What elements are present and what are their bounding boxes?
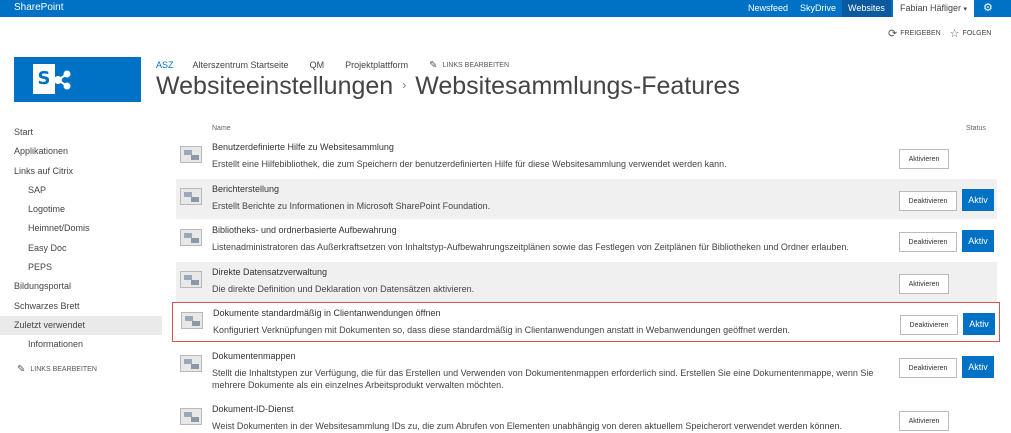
top-link-qm[interactable]: QM [310,60,325,71]
feature-description: Die direkte Definition und Deklaration v… [212,284,475,294]
nav-item-applikationen[interactable]: Applikationen [0,142,162,161]
feature-row: Dokumentenmappen Stellt die Inhaltstypen… [176,346,997,398]
nav-item-links-auf-citrix[interactable]: Links auf Citrix [0,162,162,181]
nav-edit-links-button[interactable]: ✎ LINKS BEARBEITEN [0,364,162,375]
gear-icon[interactable]: ⚙ [983,1,993,14]
feature-description: Erstellt eine Hilfebibliothek, die zum S… [212,159,727,169]
feature-description: Listenadministratoren das Außerkraftsetz… [212,242,849,252]
breadcrumb-parent[interactable]: Websiteeinstellungen [156,72,393,100]
feature-icon [180,271,202,288]
column-header-status: Status [966,125,986,132]
top-link-bar: ASZ Alterszentrum Startseite QM Projektp… [156,60,551,71]
feature-icon [180,146,202,163]
feature-row: Benutzerdefinierte Hilfe zu Websitesamml… [176,137,997,177]
activate-button[interactable]: Aktivieren [899,149,949,169]
share-icon: ⟳ [888,28,898,40]
feature-row: Bibliotheks- und ordnerbasierte Aufbewah… [176,220,997,260]
feature-description: Konfiguriert Verknüpfungen mit Dokumente… [213,325,791,335]
nav-item-easy-doc[interactable]: Easy Doc [0,239,162,258]
feature-name: Dokument-ID-Dienst [212,404,294,414]
feature-row-highlighted: Dokumente standardmäßig in Clientanwendu… [172,302,1000,342]
feature-description: Stellt die Inhaltstypen zur Verfügung, d… [212,368,874,390]
nav-item-heimnet-domis[interactable]: Heimnet/Domis [0,219,162,238]
follow-label: FOLGEN [962,30,992,37]
feature-name: Dokumentenmappen [212,351,296,361]
deactivate-button[interactable]: Deaktivieren [899,191,957,211]
site-logo[interactable]: S [14,57,141,102]
chevron-down-icon: ▾ [963,6,968,13]
activate-button[interactable]: Aktivieren [899,411,949,431]
nav-edit-links-label: LINKS BEARBEITEN [30,365,97,373]
feature-description: Erstellt Berichte zu Informationen in Mi… [212,201,491,211]
feature-name: Benutzerdefinierte Hilfe zu Websitesamml… [212,142,394,152]
suite-nav-newsfeed[interactable]: Newsfeed [742,0,794,17]
feature-name: Dokumente standardmäßig in Clientanwendu… [213,308,441,318]
feature-icon [180,408,202,425]
nav-item-start[interactable]: Start [0,123,162,142]
page-title: Websiteeinstellungen › Websitesammlungs-Fe… [156,72,740,101]
feature-name: Direkte Datensatzverwaltung [212,267,328,277]
status-badge: Aktiv [963,313,995,335]
quick-launch: Start Applikationen Links auf Citrix SAP… [0,123,162,375]
nav-item-schwarzes-brett[interactable]: Schwarzes Brett [0,297,162,316]
feature-row: Direkte Datensatzverwaltung Die direkte … [176,262,997,302]
breadcrumb-current: Websitesammlungs-Features [415,72,740,100]
nav-item-informationen[interactable]: Informationen [0,335,162,354]
deactivate-button[interactable]: Deaktivieren [899,358,957,378]
share-button[interactable]: ⟳ FREIGEBEN [888,27,941,40]
top-link-alterszentrum[interactable]: Alterszentrum Startseite [193,60,289,71]
top-link-asz[interactable]: ASZ [156,60,174,71]
pencil-icon: ✎ [17,363,26,375]
nav-item-zuletzt-verwendet[interactable]: Zuletzt verwendet [0,315,162,336]
feature-name: Berichterstellung [212,184,280,194]
sharepoint-logo-icon [54,70,71,90]
activate-button[interactable]: Aktivieren [899,274,949,294]
top-link-projektplattform[interactable]: Projektplattform [345,60,408,71]
feature-description: Weist Dokumenten in der Websitesammlung … [212,421,843,431]
feature-icon [181,312,203,329]
page-actions: ⟳ FREIGEBEN ☆ FOLGEN [888,27,1000,40]
feature-icon [180,229,202,246]
breadcrumb-separator: › [402,78,407,93]
edit-links-label: LINKS BEARBEITEN [442,62,510,69]
feature-row: Dokument-ID-Dienst Weist Dokumenten in d… [176,399,997,433]
deactivate-button[interactable]: Deaktivieren [899,232,957,252]
brand-label[interactable]: SharePoint [14,2,63,13]
follow-button[interactable]: ☆ FOLGEN [950,27,992,40]
deactivate-button[interactable]: Deaktivieren [900,315,958,335]
edit-links-button[interactable]: ✎ LINKS BEARBEITEN [429,60,530,71]
suite-nav-websites[interactable]: Websites [842,0,891,17]
nav-item-logotime[interactable]: Logotime [0,200,162,219]
nav-item-peps[interactable]: PEPS [0,258,162,277]
nav-item-bildungsportal[interactable]: Bildungsportal [0,277,162,296]
suite-bar: SharePoint Newsfeed SkyDrive Websites Fa… [0,0,1011,17]
status-badge: Aktiv [962,356,994,378]
status-badge: Aktiv [962,189,994,211]
suite-nav-skydrive[interactable]: SkyDrive [794,0,842,17]
suite-nav: Newsfeed SkyDrive Websites [742,0,891,17]
pencil-icon: ✎ [429,60,438,71]
status-badge: Aktiv [962,230,994,252]
share-label: FREIGEBEN [900,30,941,37]
user-name: Fabian Häfliger [900,3,962,13]
feature-icon [180,188,202,205]
star-icon: ☆ [949,28,960,40]
logo-letter: S [33,64,55,94]
feature-icon [180,355,202,372]
user-menu[interactable]: Fabian Häfliger ▾ [893,0,975,17]
feature-row: Berichterstellung Erstellt Berichte zu I… [176,179,997,219]
feature-name: Bibliotheks- und ordnerbasierte Aufbewah… [212,225,397,235]
column-header-name: Name [212,125,231,132]
nav-item-sap[interactable]: SAP [0,181,162,200]
